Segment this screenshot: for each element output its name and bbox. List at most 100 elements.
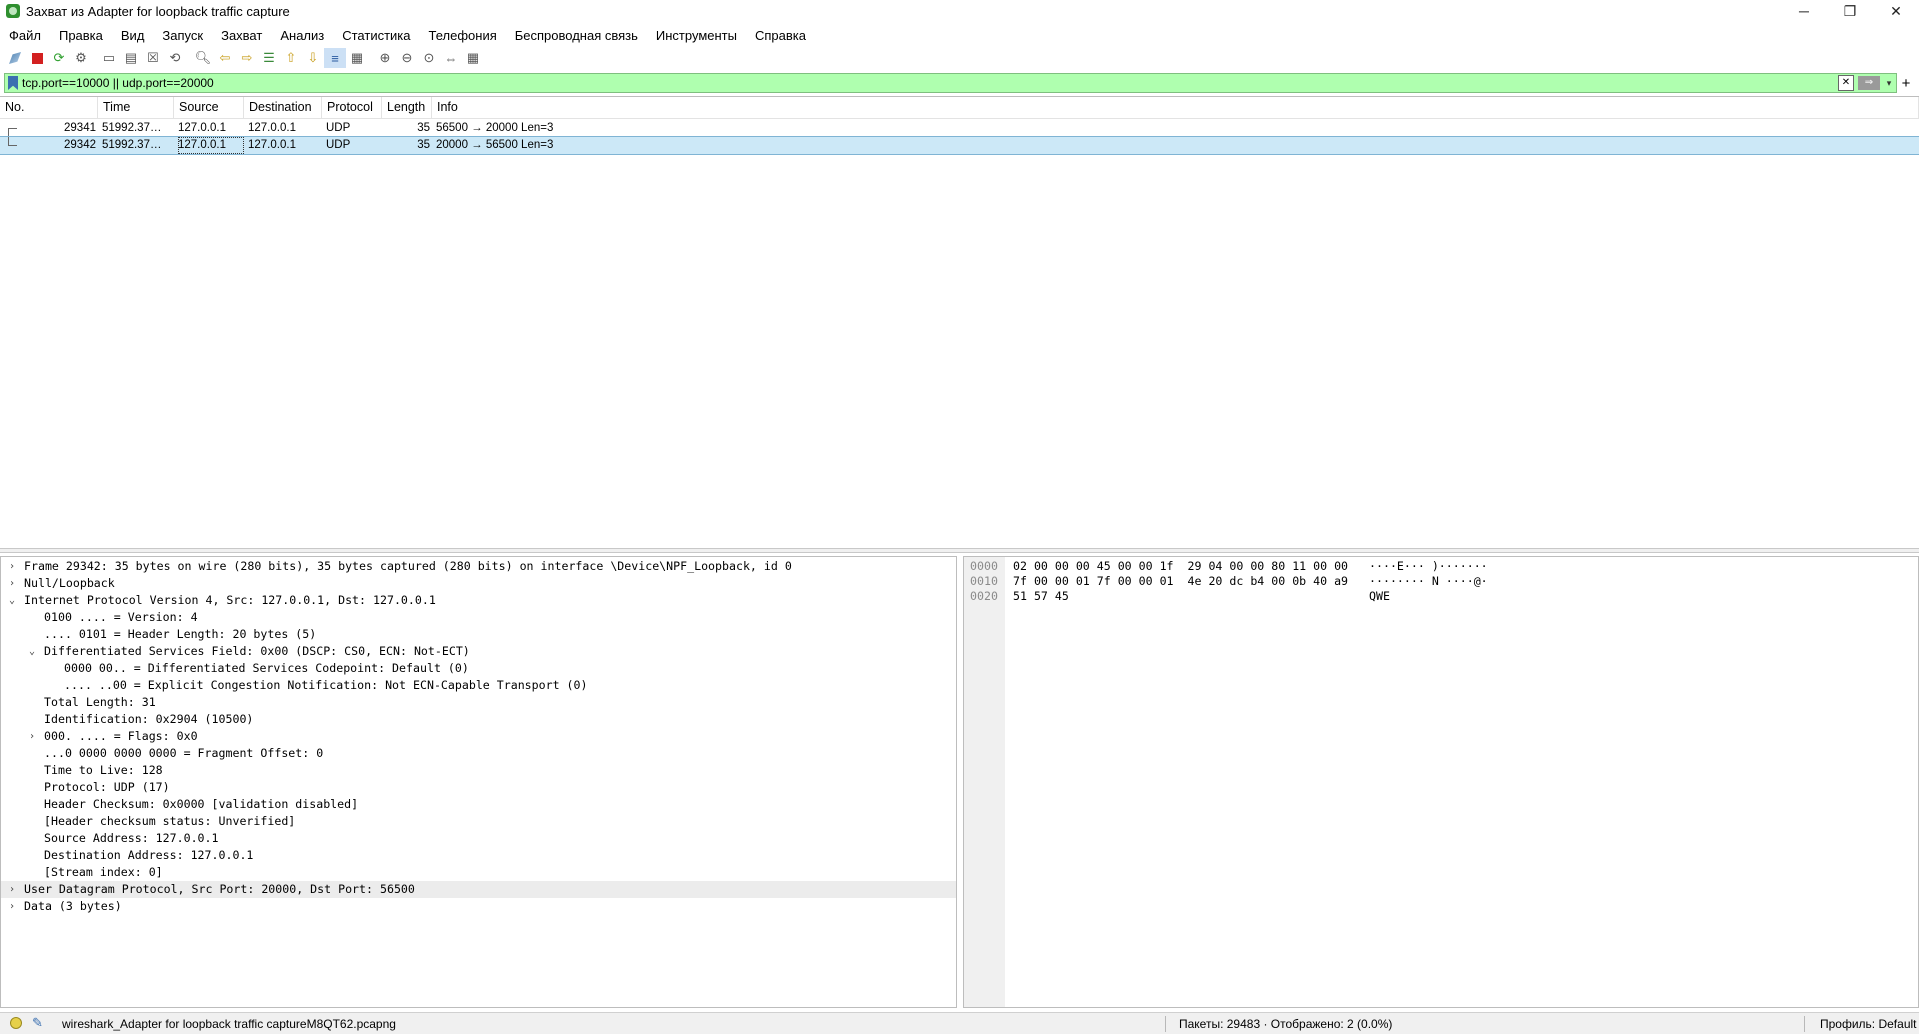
detail-tree-item[interactable]: 0000 00.. = Differentiated Services Code…	[1, 660, 956, 677]
column-header-info[interactable]: Info	[432, 97, 1919, 118]
column-header-destination[interactable]: Destination	[244, 97, 322, 118]
menu-item-4[interactable]: Захват	[212, 28, 271, 43]
menu-item-7[interactable]: Телефония	[420, 28, 506, 43]
ascii-bytes[interactable]: QWE	[1369, 588, 1390, 605]
start-capture-icon[interactable]	[4, 48, 26, 68]
first-packet-icon[interactable]: ⇧	[280, 48, 302, 68]
detail-tree-item[interactable]: 0100 .... = Version: 4	[1, 609, 956, 626]
zoom-out-icon[interactable]: ⊖	[396, 48, 418, 68]
detail-tree-item[interactable]: Identification: 0x2904 (10500)	[1, 711, 956, 728]
menu-item-6[interactable]: Статистика	[333, 28, 419, 43]
detail-tree-item[interactable]: [Header checksum status: Unverified]	[1, 813, 956, 830]
packet-cell-destination: 127.0.0.1	[248, 139, 296, 151]
detail-tree-text: ...0 0000 0000 0000 = Fragment Offset: 0	[44, 746, 324, 760]
profile-selector[interactable]: Профиль: Default	[1820, 1017, 1917, 1031]
detail-tree-item[interactable]: Time to Live: 128	[1, 762, 956, 779]
detail-tree-item[interactable]: › Frame 29342: 35 bytes on wire (280 bits…	[1, 558, 956, 575]
menu-item-8[interactable]: Беспроводная связь	[506, 28, 647, 43]
add-filter-button-icon[interactable]: +	[1897, 75, 1915, 92]
detail-tree-item[interactable]: › User Datagram Protocol, Src Port: 20000…	[1, 881, 956, 898]
menu-item-0[interactable]: Файл	[0, 28, 50, 43]
detail-tree-item[interactable]: [Stream index: 0]	[1, 864, 956, 881]
menu-item-5[interactable]: Анализ	[271, 28, 333, 43]
stop-capture-icon[interactable]	[26, 48, 48, 68]
menu-item-9[interactable]: Инструменты	[647, 28, 746, 43]
expert-info-icon[interactable]	[10, 1017, 22, 1029]
filter-bookmark-icon[interactable]	[8, 76, 18, 90]
colorize-icon[interactable]: ▦	[346, 48, 368, 68]
menu-item-1[interactable]: Правка	[50, 28, 112, 43]
detail-tree-item[interactable]: Header Checksum: 0x0000 [validation disa…	[1, 796, 956, 813]
menu-item-3[interactable]: Запуск	[153, 28, 212, 43]
capture-options-icon[interactable]: ⚙	[70, 48, 92, 68]
close-icon[interactable]: ✕	[1873, 0, 1919, 22]
packet-cell-no: 29342	[64, 139, 96, 151]
detail-tree-item[interactable]: .... ..00 = Explicit Congestion Notifica…	[1, 677, 956, 694]
detail-tree-item[interactable]: › Data (3 bytes)	[1, 898, 956, 915]
column-header-no[interactable]: No.	[0, 97, 98, 118]
restore-icon[interactable]: ❐	[1827, 0, 1873, 22]
detail-tree-item[interactable]: › Null/Loopback	[1, 575, 956, 592]
detail-tree-item[interactable]: › 000. .... = Flags: 0x0	[1, 728, 956, 745]
detail-tree-text: Differentiated Services Field: 0x00 (DSC…	[44, 644, 470, 658]
last-packet-icon[interactable]: ⇩	[302, 48, 324, 68]
expand-arrow-icon[interactable]: ›	[6, 881, 18, 898]
detail-tree-item[interactable]: Total Length: 31	[1, 694, 956, 711]
packet-row[interactable]: 29341 51992.37… 127.0.0.1 127.0.0.1 UDP 35 565…	[0, 120, 1919, 138]
expand-arrow-icon[interactable]: ›	[26, 728, 38, 745]
detail-tree-item[interactable]: Source Address: 127.0.0.1	[1, 830, 956, 847]
detail-tree-item[interactable]: .... 0101 = Header Length: 20 bytes (5)	[1, 626, 956, 643]
packet-cell-length: 35	[417, 122, 430, 134]
packet-row[interactable]: 29342 51992.37… 127.0.0.1 127.0.0.1 UDP 35 200…	[0, 136, 1919, 155]
go-forward-icon[interactable]: ⇨	[236, 48, 258, 68]
detail-tree-text: Identification: 0x2904 (10500)	[44, 712, 254, 726]
column-header-length[interactable]: Length	[382, 97, 432, 118]
detail-tree-text: [Header checksum status: Unverified]	[44, 814, 296, 828]
menu-item-10[interactable]: Справка	[746, 28, 815, 43]
column-header-source[interactable]: Source	[174, 97, 244, 118]
filter-history-dropdown-icon[interactable]: ▾	[1882, 76, 1896, 90]
apply-filter-icon[interactable]: ⇒	[1858, 76, 1880, 90]
menu-item-2[interactable]: Вид	[112, 28, 154, 43]
zoom-reset-icon[interactable]: ⊙	[418, 48, 440, 68]
detail-tree-text: Total Length: 31	[44, 695, 156, 709]
detail-tree-item[interactable]: Protocol: UDP (17)	[1, 779, 956, 796]
go-to-packet-icon[interactable]: ☰	[258, 48, 280, 68]
zoom-in-icon[interactable]: ⊕	[374, 48, 396, 68]
detail-tree-item[interactable]: Destination Address: 127.0.0.1	[1, 847, 956, 864]
close-file-icon[interactable]: ☒	[142, 48, 164, 68]
detail-tree-text: .... 0101 = Header Length: 20 bytes (5)	[44, 627, 317, 641]
open-file-icon[interactable]: ▭	[98, 48, 120, 68]
display-filter-bar: ✕ ⇒ ▾ +	[0, 72, 1919, 94]
reload-file-icon[interactable]: ⟲	[164, 48, 186, 68]
capture-file-name: wireshark_Adapter for loopback traffic c…	[62, 1017, 396, 1031]
resize-columns-icon[interactable]: ⇔	[440, 48, 462, 68]
detail-tree-item[interactable]: ...0 0000 0000 0000 = Fragment Offset: 0	[1, 745, 956, 762]
collapse-arrow-icon[interactable]: ⌄	[26, 643, 38, 660]
expand-arrow-icon[interactable]: ›	[6, 575, 18, 592]
collapse-arrow-icon[interactable]: ⌄	[6, 592, 18, 609]
hex-bytes[interactable]: 51 57 45	[1013, 588, 1069, 605]
pane-splitter[interactable]	[0, 548, 1919, 553]
packet-cell-time: 51992.37…	[102, 139, 162, 151]
packet-cell-destination: 127.0.0.1	[248, 122, 296, 134]
detail-tree-item[interactable]: ⌄ Differentiated Services Field: 0x00 (DS…	[1, 643, 956, 660]
clear-filter-icon[interactable]: ✕	[1838, 75, 1854, 91]
display-filter-input[interactable]	[22, 75, 1838, 91]
find-packet-icon[interactable]: 🔍︎	[192, 48, 214, 68]
column-header-time[interactable]: Time	[98, 97, 174, 118]
restart-capture-icon[interactable]: ⟳	[48, 48, 70, 68]
go-back-icon[interactable]: ⇦	[214, 48, 236, 68]
autoscroll-icon[interactable]: ≡	[324, 48, 346, 68]
title-bar: Захват из Adapter for loopback traffic c…	[0, 0, 1919, 22]
detail-tree-text: Frame 29342: 35 bytes on wire (280 bits)…	[24, 559, 792, 573]
expand-arrow-icon[interactable]: ›	[6, 558, 18, 575]
minimize-icon[interactable]: ─	[1781, 0, 1827, 22]
save-file-icon[interactable]: ▤	[120, 48, 142, 68]
capture-comment-icon[interactable]: ✎	[32, 1015, 43, 1031]
column-header-protocol[interactable]: Protocol	[322, 97, 382, 118]
layout-icon[interactable]: ▦	[462, 48, 484, 68]
packet-bytes-pane: 0000 02 00 00 00 45 00 00 1f 29 04 00 00 …	[963, 556, 1919, 1008]
expand-arrow-icon[interactable]: ›	[6, 898, 18, 915]
detail-tree-item[interactable]: ⌄ Internet Protocol Version 4, Src: 127.0…	[1, 592, 956, 609]
